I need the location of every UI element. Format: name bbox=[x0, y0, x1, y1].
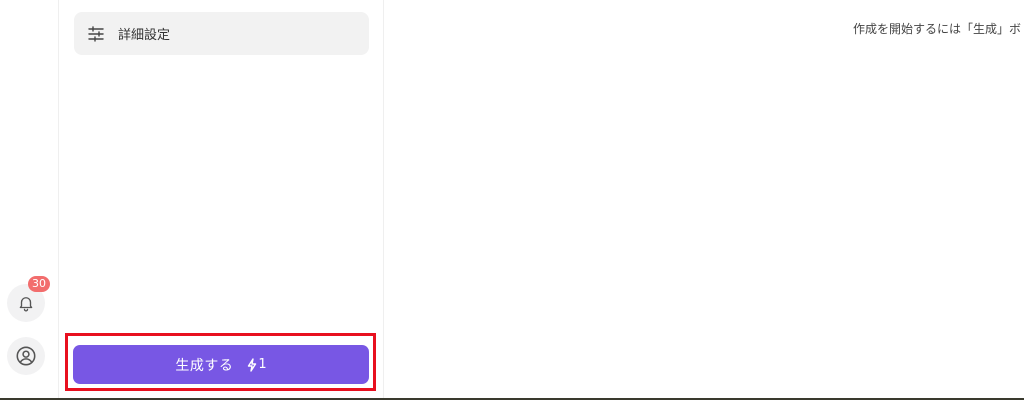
settings-panel: 詳細設定 生成する 1 bbox=[59, 0, 384, 398]
generate-button[interactable]: 生成する 1 bbox=[73, 345, 369, 384]
bell-icon bbox=[17, 294, 35, 312]
notification-count-badge: 30 bbox=[28, 276, 50, 292]
generate-credit-cost: 1 bbox=[258, 357, 267, 372]
advanced-settings-label: 詳細設定 bbox=[118, 28, 171, 43]
left-rail: 30 bbox=[0, 0, 59, 398]
lightning-icon bbox=[247, 357, 257, 372]
user-circle-icon bbox=[15, 345, 37, 367]
sliders-icon bbox=[88, 25, 104, 42]
profile-button[interactable] bbox=[7, 337, 45, 375]
app-window: 30 詳細設定 生成する 1 作成を開始するには「生成」ボ bbox=[0, 0, 1024, 400]
generate-button-label: 生成する bbox=[175, 357, 234, 374]
advanced-settings-button[interactable]: 詳細設定 bbox=[74, 12, 369, 55]
main-canvas: 作成を開始するには「生成」ボ bbox=[384, 0, 1024, 398]
empty-state-hint: 作成を開始するには「生成」ボ bbox=[853, 22, 1022, 36]
